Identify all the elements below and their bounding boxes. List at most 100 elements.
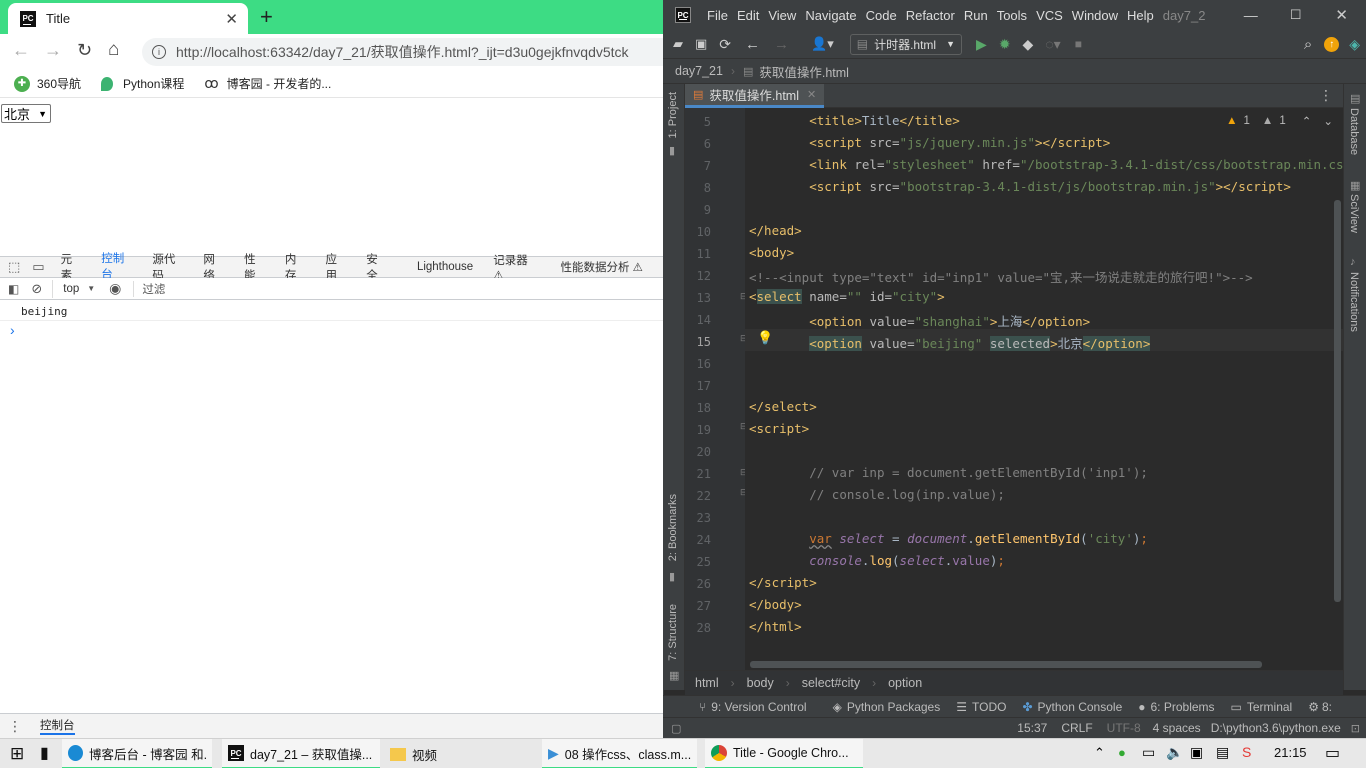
tool-project[interactable]: 1: Project <box>667 92 679 138</box>
context-selector[interactable]: top ▼ <box>52 279 95 298</box>
menu-code[interactable]: Code <box>866 8 897 23</box>
horizontal-scrollbar[interactable] <box>750 661 1262 668</box>
bookmark-360[interactable]: ✚ 360导航 <box>14 75 81 92</box>
task-view-icon[interactable]: ▮ <box>40 743 49 763</box>
nav-file[interactable]: 获取值操作.html <box>759 62 849 81</box>
ime-icon[interactable]: ▣ <box>1190 744 1203 761</box>
taskbar-item-pycharm[interactable]: PC day7_21 – 获取值操... <box>222 739 380 768</box>
python-interpreter[interactable]: D:\python3.6\python.exe <box>1211 721 1341 735</box>
tool-structure[interactable]: 7: Structure <box>667 604 679 661</box>
menu-view[interactable]: View <box>768 8 796 23</box>
new-tab-icon[interactable]: + <box>260 4 273 30</box>
run-icon[interactable]: ▶ <box>976 36 987 53</box>
eye-icon[interactable]: ◉ <box>109 280 121 297</box>
inspection-widget[interactable]: ▲ 1 ▲ 1 ⌃ ⌄ <box>1226 114 1333 128</box>
forward-icon[interactable]: → <box>44 40 62 61</box>
lock-icon[interactable]: ⊡ <box>1351 722 1360 735</box>
clock[interactable]: 21:15 <box>1274 745 1307 760</box>
update-icon[interactable]: ↑ <box>1324 36 1340 52</box>
search-icon[interactable]: ⌕ <box>1304 36 1312 53</box>
user-icon[interactable]: 👤▾ <box>811 36 834 52</box>
tool-more[interactable]: ⚙ 8: <box>1308 700 1332 714</box>
inspect-icon[interactable]: ⬚ <box>8 259 20 275</box>
tool-problems[interactable]: ● 6: Problems <box>1138 700 1214 714</box>
plugins-icon[interactable]: ◈ <box>1349 36 1360 53</box>
tool-python-packages[interactable]: ◈ Python Packages <box>833 700 941 714</box>
menu-refactor[interactable]: Refactor <box>906 8 955 23</box>
menu-vcs[interactable]: VCS <box>1036 8 1063 23</box>
back-icon[interactable]: ← <box>745 36 760 53</box>
crumb-select[interactable]: select#city <box>802 676 860 690</box>
menu-help[interactable]: Help <box>1127 8 1154 23</box>
taskbar-item-edge[interactable]: 博客后台 - 博客园 和... <box>62 739 212 768</box>
open-icon[interactable]: ▰ <box>673 36 683 52</box>
network-icon[interactable]: ▭ <box>1142 744 1155 761</box>
maximize-icon[interactable]: ☐ <box>1290 7 1302 23</box>
windows-start-icon[interactable]: ⊞ <box>10 744 24 764</box>
taskbar-item-chrome[interactable]: Title - Google Chro... <box>705 739 863 768</box>
wechat-icon[interactable]: ● <box>1118 745 1126 760</box>
menu-navigate[interactable]: Navigate <box>805 8 856 23</box>
stop-icon[interactable]: ■ <box>1075 37 1082 51</box>
tool-database[interactable]: Database <box>1348 108 1360 155</box>
devtools-tab-perf-insights[interactable]: 性能数据分析 ⚠ <box>560 259 643 275</box>
caret-position[interactable]: 15:37 <box>1017 721 1047 735</box>
city-select[interactable]: 北京 ▼ <box>1 104 51 123</box>
nav-project[interactable]: day7_21 <box>675 64 723 78</box>
run-config-selector[interactable]: ▤ 计时器.html ▼ <box>849 33 963 55</box>
file-encoding[interactable]: UTF-8 <box>1107 721 1141 735</box>
more-icon[interactable]: ⋮ <box>1319 87 1333 104</box>
tool-version-control[interactable]: ⑂ 9: Version Control <box>699 700 807 714</box>
browser-tab[interactable]: PC Title ✕ <box>8 3 248 34</box>
lightbulb-icon[interactable]: 💡 <box>757 330 773 346</box>
reload-icon[interactable]: ↻ <box>77 40 92 61</box>
vertical-scrollbar[interactable] <box>1334 200 1341 602</box>
bookmark-cnblogs[interactable]: ꝏ 博客园 - 开发者的... <box>204 75 331 92</box>
crumb-html[interactable]: html <box>695 676 719 690</box>
close-tab-icon[interactable]: ✕ <box>807 88 816 101</box>
line-separator[interactable]: CRLF <box>1061 721 1092 735</box>
forward-icon[interactable]: → <box>774 36 789 53</box>
bookmark-python[interactable]: Python课程 <box>101 75 184 92</box>
layout-icon[interactable]: ▢ <box>671 722 681 735</box>
ime-mode-icon[interactable]: ▤ <box>1216 744 1229 761</box>
devtools-tab-lighthouse[interactable]: Lighthouse <box>417 261 473 273</box>
tool-sciview[interactable]: SciView <box>1348 194 1360 233</box>
tool-python-console[interactable]: ✤ Python Console <box>1022 700 1122 714</box>
crumb-body[interactable]: body <box>747 676 774 690</box>
notification-center-icon[interactable]: ▭ <box>1325 743 1340 763</box>
crumb-option[interactable]: option <box>888 676 922 690</box>
code-editor[interactable]: ▲ 1 ▲ 1 ⌃ ⌄ <title>Title</title> <script s… <box>745 108 1343 670</box>
tray-chevron-icon[interactable]: ⌃ <box>1094 745 1105 761</box>
tool-notifications[interactable]: Notifications <box>1348 272 1360 332</box>
taskbar-item-explorer[interactable]: 视频 <box>384 739 534 768</box>
next-highlight-icon[interactable]: ⌄ <box>1323 114 1333 128</box>
debug-icon[interactable]: ✹ <box>999 36 1011 53</box>
volume-icon[interactable]: 🔈 <box>1166 744 1183 761</box>
sidebar-toggle-icon[interactable]: ◧ <box>8 282 19 296</box>
clear-console-icon[interactable]: ⊘ <box>31 281 42 297</box>
info-icon[interactable]: i <box>152 45 166 59</box>
home-icon[interactable]: ⌂ <box>108 39 119 61</box>
coverage-icon[interactable]: ◆ <box>1023 36 1034 53</box>
close-tab-icon[interactable]: ✕ <box>225 10 238 28</box>
sogou-icon[interactable]: S <box>1242 744 1251 760</box>
tool-bookmarks[interactable]: 2: Bookmarks <box>667 494 679 561</box>
file-tab[interactable]: ▤ 获取值操作.html ✕ <box>685 83 825 108</box>
menu-window[interactable]: Window <box>1072 8 1118 23</box>
taskbar-item-video[interactable]: ▶ 08 操作css、class.m... <box>542 739 697 768</box>
device-toggle-icon[interactable]: ▭ <box>32 259 44 275</box>
close-window-icon[interactable]: ✕ <box>1335 6 1348 24</box>
more-icon[interactable]: ⋮ <box>8 718 22 735</box>
url-text[interactable]: http://localhost:63342/day7_21/获取值操作.htm… <box>176 42 629 62</box>
menu-tools[interactable]: Tools <box>997 8 1027 23</box>
minimize-icon[interactable]: — <box>1244 7 1258 23</box>
tool-terminal[interactable]: ▭ Terminal <box>1231 700 1293 714</box>
menu-edit[interactable]: Edit <box>737 8 759 23</box>
sync-icon[interactable]: ⟳ <box>719 36 731 53</box>
profile-icon[interactable]: ◌▾ <box>1045 36 1060 53</box>
save-icon[interactable]: ▣ <box>695 36 707 52</box>
console-prompt[interactable]: › <box>0 321 663 338</box>
address-bar[interactable]: i http://localhost:63342/day7_21/获取值操作.h… <box>142 38 682 66</box>
menu-file[interactable]: File <box>707 8 728 23</box>
